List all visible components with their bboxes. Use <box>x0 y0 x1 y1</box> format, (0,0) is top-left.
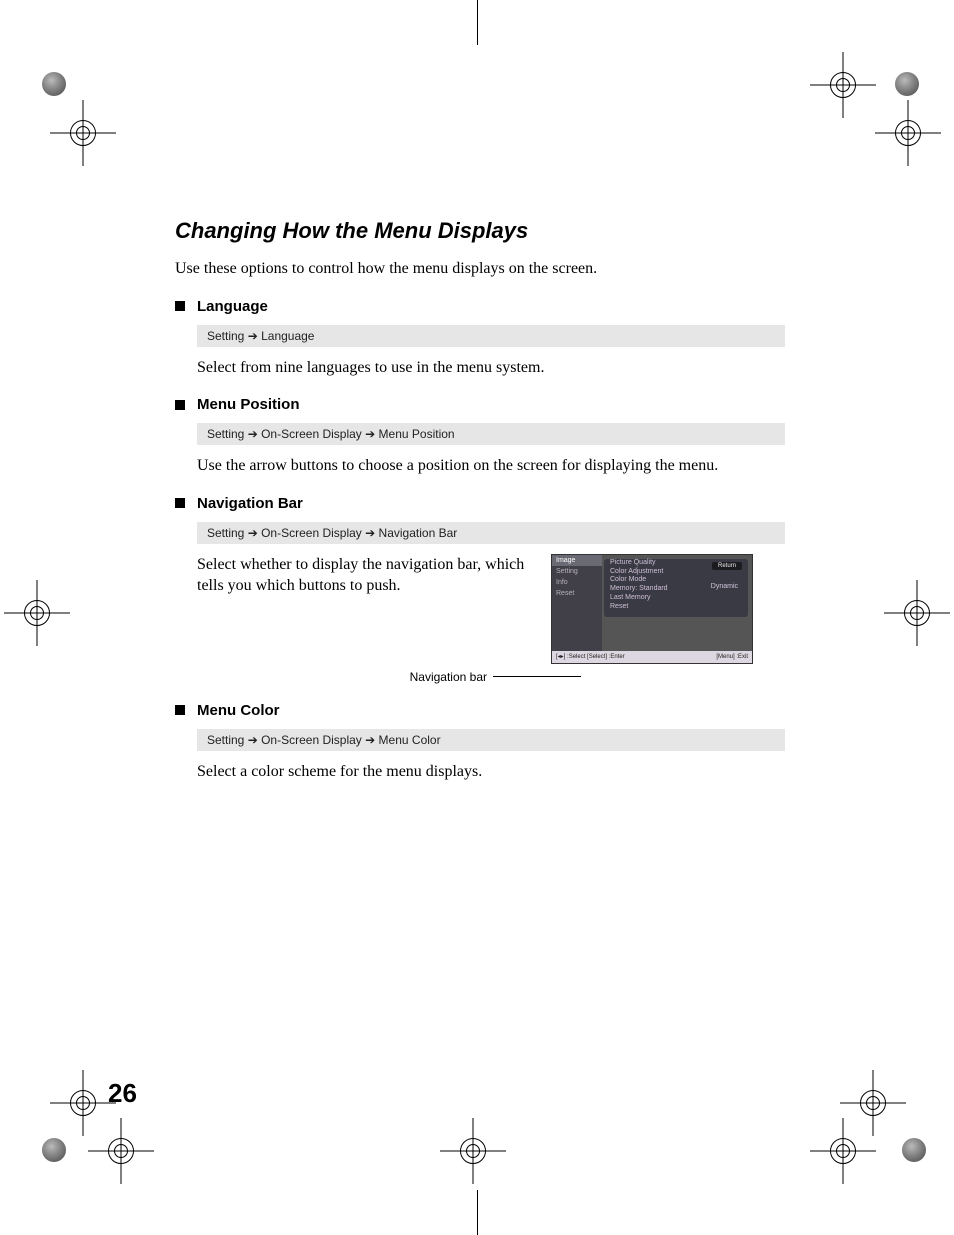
page-number: 26 <box>108 1078 137 1109</box>
osd-sidebar-item: Reset <box>552 588 602 599</box>
item-description: Select a color scheme for the menu displ… <box>197 761 785 783</box>
setting-item-menu-color: Menu Color Setting ➔ On-Screen Display ➔… <box>175 702 785 783</box>
registration-mark <box>830 72 856 98</box>
item-heading: Language <box>197 298 268 315</box>
manual-page: Changing How the Menu Displays Use these… <box>0 0 954 1235</box>
registration-mark <box>895 120 921 146</box>
square-bullet-icon <box>175 498 185 508</box>
osd-navigation-bar: [◂▸] :Select [Select] :Enter [Menu] :Exi… <box>552 651 752 663</box>
item-description: Select from nine languages to use in the… <box>197 357 785 379</box>
item-description: Select whether to display the navigation… <box>197 554 537 597</box>
registration-mark <box>70 1090 96 1116</box>
osd-sidebar-item: Setting <box>552 566 602 577</box>
registration-mark <box>70 120 96 146</box>
square-bullet-icon <box>175 400 185 410</box>
menu-path: Setting ➔ On-Screen Display ➔ Menu Color <box>197 729 785 751</box>
item-description: Use the arrow buttons to choose a positi… <box>197 455 785 477</box>
print-medallion <box>42 1138 66 1162</box>
intro-text: Use these options to control how the men… <box>175 258 785 280</box>
registration-mark <box>24 600 50 626</box>
crop-mark <box>477 1190 478 1235</box>
osd-screenshot: Image Setting Info Reset Return Picture … <box>551 554 753 664</box>
osd-panel: Return Picture Quality Color Adjustment … <box>604 559 748 617</box>
registration-mark <box>860 1090 886 1116</box>
registration-mark <box>460 1138 486 1164</box>
callout-leader-line <box>493 676 581 677</box>
osd-return-button: Return <box>712 562 742 570</box>
square-bullet-icon <box>175 705 185 715</box>
item-heading: Navigation Bar <box>197 495 303 512</box>
menu-path: Setting ➔ On-Screen Display ➔ Menu Posit… <box>197 423 785 445</box>
osd-sidebar-item: Image <box>552 555 602 566</box>
print-medallion <box>895 72 919 96</box>
crop-mark <box>477 0 478 45</box>
print-medallion <box>42 72 66 96</box>
item-heading: Menu Position <box>197 396 300 413</box>
navigation-bar-callout: Navigation bar <box>175 670 785 684</box>
setting-item-menu-position: Menu Position Setting ➔ On-Screen Displa… <box>175 396 785 477</box>
square-bullet-icon <box>175 301 185 311</box>
section-title: Changing How the Menu Displays <box>175 218 785 244</box>
callout-label: Navigation bar <box>410 670 487 684</box>
content-column: Changing How the Menu Displays Use these… <box>175 218 785 800</box>
print-medallion <box>902 1138 926 1162</box>
osd-value: Dynamic <box>711 583 738 590</box>
osd-sidebar: Image Setting Info Reset <box>552 555 602 651</box>
menu-path: Setting ➔ On-Screen Display ➔ Navigation… <box>197 522 785 544</box>
item-heading: Menu Color <box>197 702 280 719</box>
registration-mark <box>830 1138 856 1164</box>
menu-path: Setting ➔ Language <box>197 325 785 347</box>
setting-item-navigation-bar: Navigation Bar Setting ➔ On-Screen Displ… <box>175 495 785 684</box>
registration-mark <box>108 1138 134 1164</box>
registration-mark <box>904 600 930 626</box>
osd-sidebar-item: Info <box>552 577 602 588</box>
setting-item-language: Language Setting ➔ Language Select from … <box>175 298 785 379</box>
